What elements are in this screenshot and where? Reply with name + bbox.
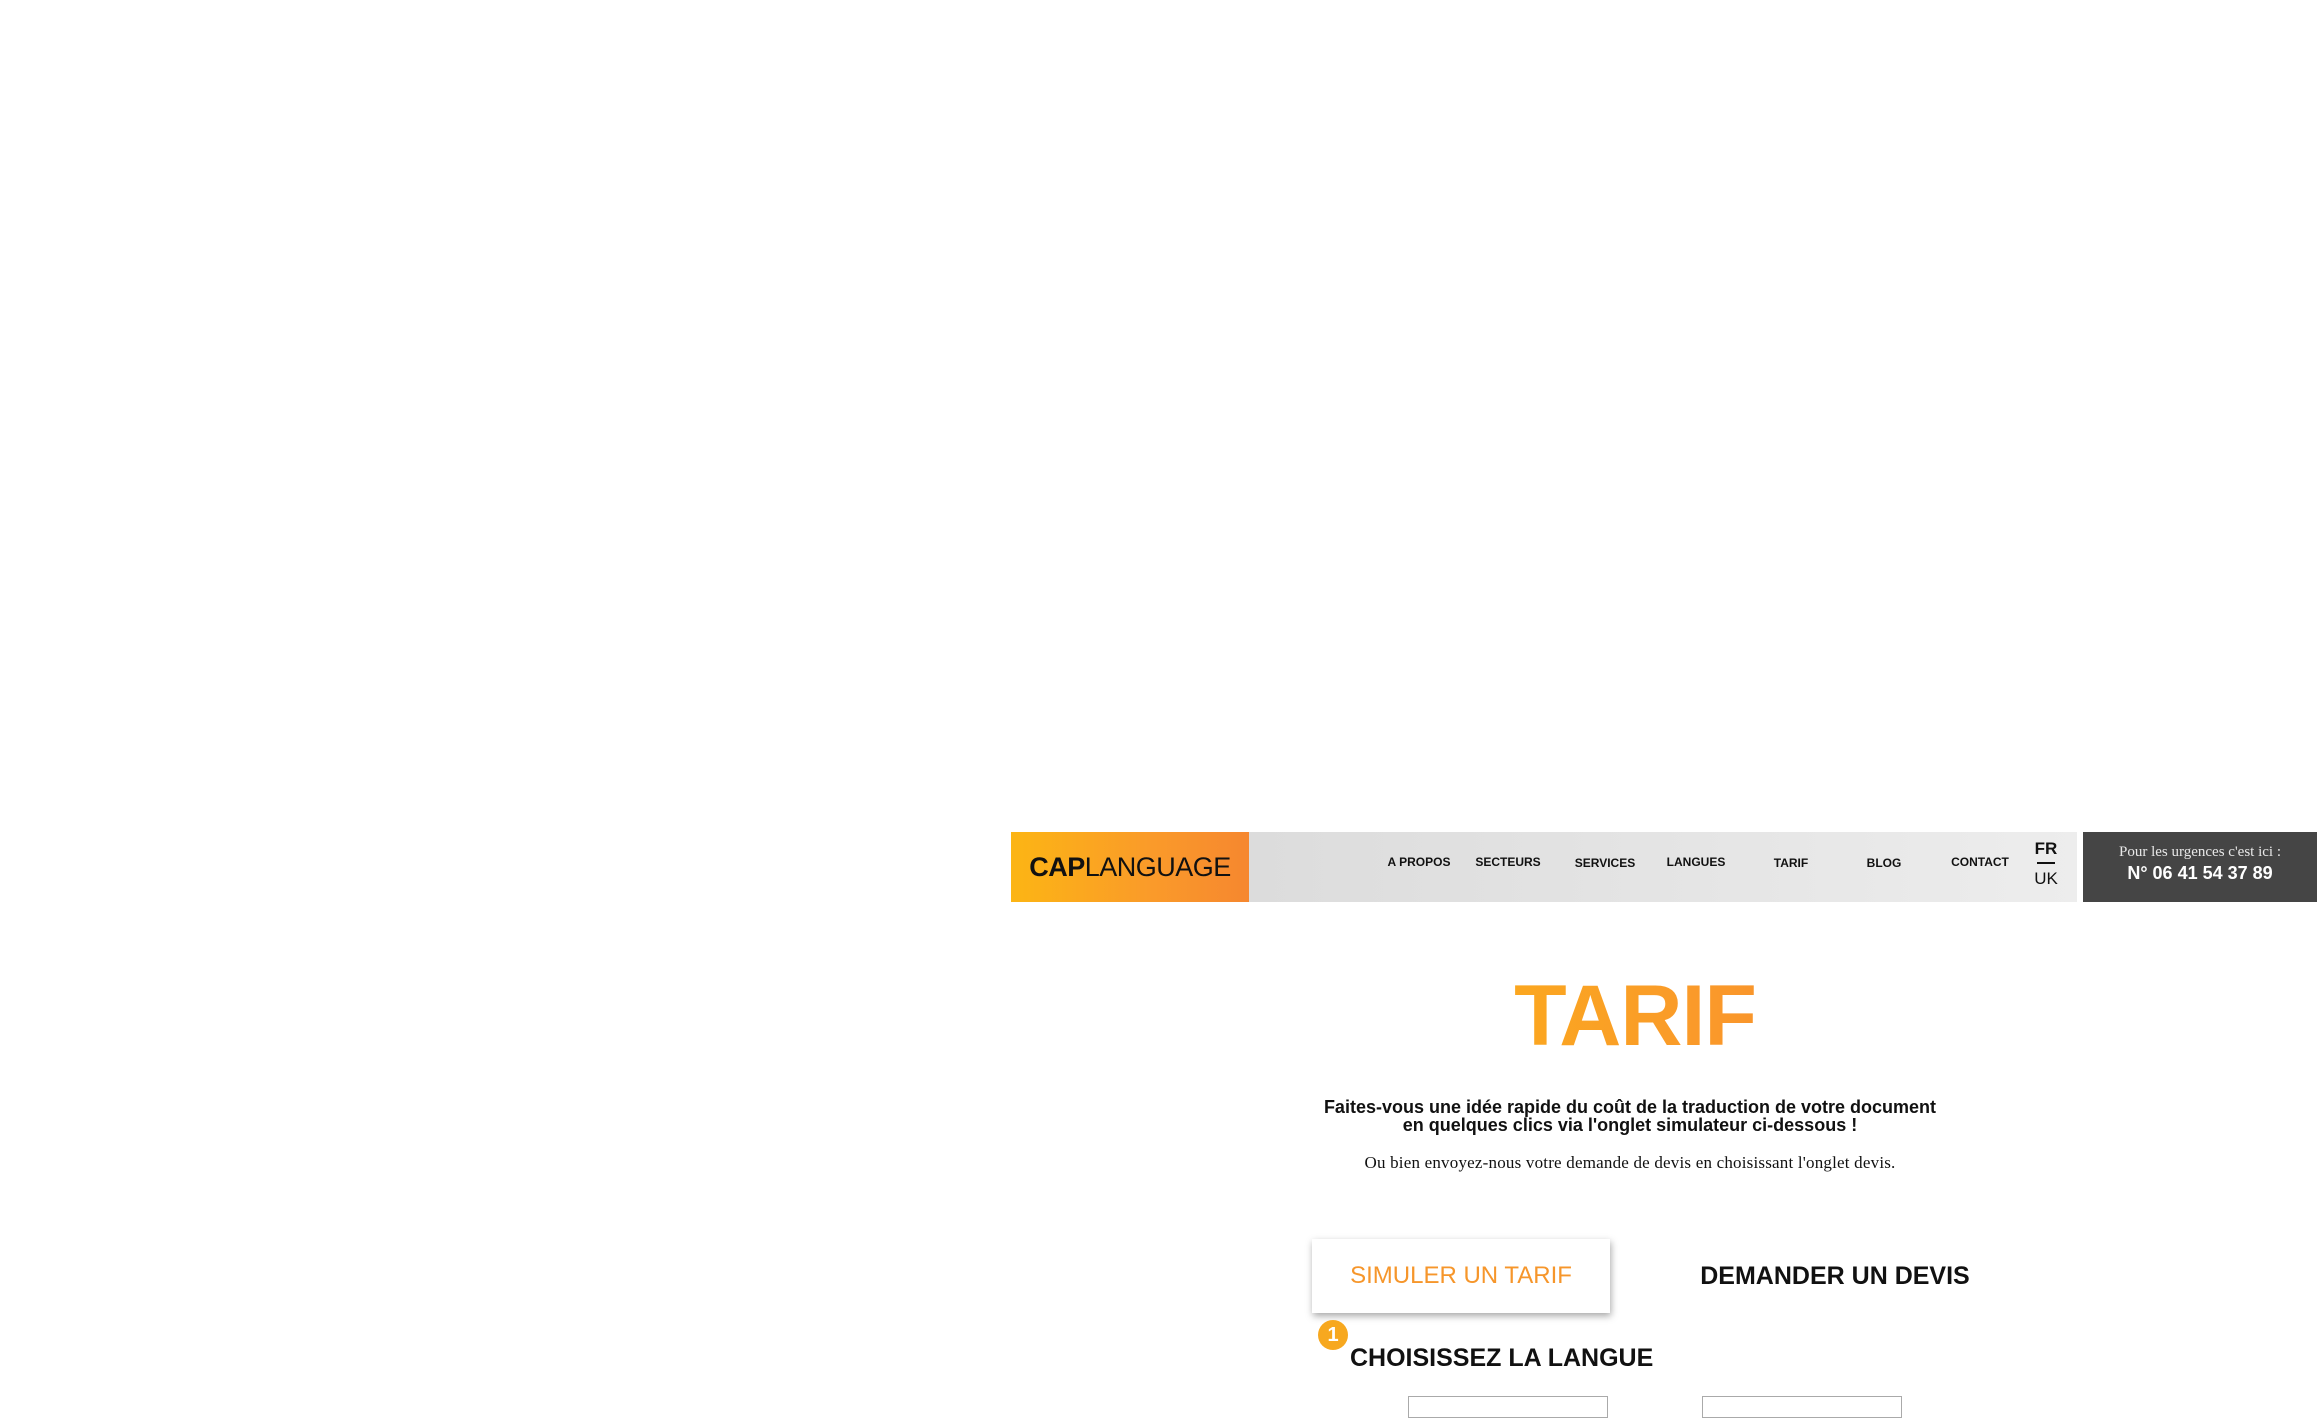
logo[interactable]: CAP LANGUAGE bbox=[1011, 832, 1249, 902]
lang-fr-link[interactable]: FR bbox=[2031, 840, 2061, 858]
nav-item-a-propos[interactable]: A PROPOS bbox=[1384, 855, 1454, 873]
site-header: CAP LANGUAGE A PROPOS SECTEURS SERVICES L… bbox=[1011, 832, 2317, 902]
nav-item-secteurs[interactable]: SECTEURS bbox=[1473, 855, 1543, 873]
page-title: TARIF bbox=[1310, 966, 1960, 1066]
logo-language: LANGUAGE bbox=[1084, 851, 1232, 882]
lang-divider bbox=[2037, 862, 2055, 864]
tab-request-quote[interactable]: DEMANDER UN DEVIS bbox=[1660, 1239, 2010, 1313]
source-language-select[interactable] bbox=[1408, 1396, 1608, 1418]
step-title: CHOISISSEZ LA LANGUE bbox=[1350, 1344, 1654, 1372]
urgent-contact-panel: Pour les urgences c'est ici : N° 06 41 5… bbox=[2083, 832, 2317, 902]
urgent-text: Pour les urgences c'est ici : bbox=[2119, 844, 2281, 860]
lang-uk-link[interactable]: UK bbox=[2031, 870, 2061, 888]
logo-cap: CAP bbox=[1029, 851, 1085, 882]
nav-item-contact[interactable]: CONTACT bbox=[1940, 855, 2020, 873]
intro-line-2: en quelques clics via l'onglet simulateu… bbox=[1402, 1115, 1858, 1135]
intro-line-1: Faites-vous une idée rapide du coût de l… bbox=[1323, 1097, 1937, 1117]
intro-text: Faites-vous une idée rapide du coût de l… bbox=[1230, 1098, 2030, 1134]
tab-simulate-price[interactable]: SIMULER UN TARIF bbox=[1312, 1239, 1610, 1313]
nav-item-tarif[interactable]: TARIF bbox=[1756, 856, 1826, 874]
alternative-text: Ou bien envoyez-nous votre demande de de… bbox=[1364, 1153, 1896, 1172]
step-number-badge: 1 bbox=[1318, 1320, 1348, 1350]
nav-item-services[interactable]: SERVICES bbox=[1570, 856, 1640, 874]
language-switcher: FR UK bbox=[2031, 840, 2061, 896]
nav-item-blog[interactable]: BLOG bbox=[1849, 856, 1919, 874]
main-nav: A PROPOS SECTEURS SERVICES LANGUES TARIF… bbox=[1249, 832, 2077, 902]
nav-item-langues[interactable]: LANGUES bbox=[1661, 855, 1731, 873]
target-language-select[interactable] bbox=[1702, 1396, 1902, 1418]
urgent-phone[interactable]: N° 06 41 54 37 89 bbox=[2083, 863, 2317, 884]
